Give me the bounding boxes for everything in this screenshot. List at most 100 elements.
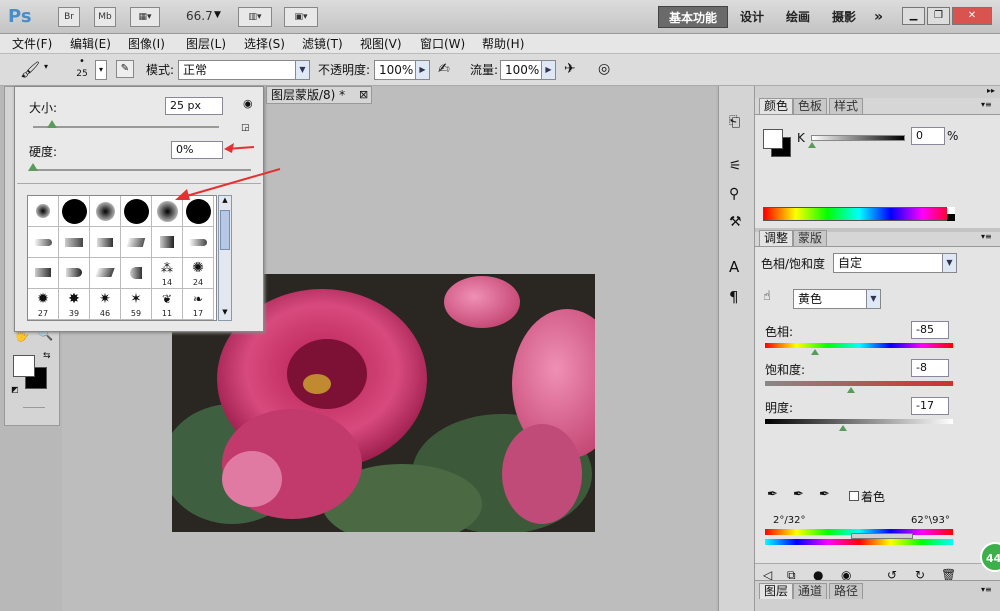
view-extras-button[interactable]: ▦▾ (130, 7, 160, 27)
panel-menu-icon[interactable]: ▾≡ (981, 100, 992, 109)
screen-mode-button[interactable]: ▣▾ (284, 7, 318, 27)
brush-tip-scatter-24[interactable]: ✺ 24 (183, 258, 214, 289)
brush-panel-toggle-icon[interactable]: ✎ (116, 60, 134, 78)
history-icon[interactable]: ⎗ (729, 114, 740, 130)
saturation-slider-track[interactable] (765, 381, 953, 386)
brush-preset-picker[interactable]: • 25 (72, 56, 92, 84)
tab-layers[interactable]: 图层 (759, 583, 794, 599)
brush-tip-bristle-5[interactable] (152, 227, 183, 258)
hue-slider-track[interactable] (765, 343, 953, 348)
layers-panel-menu-icon[interactable]: ▾≡ (981, 585, 992, 594)
scroll-down-icon[interactable]: ▼ (219, 308, 231, 320)
brush-tip-scatter-14[interactable]: ⁂ 14 (152, 258, 183, 289)
tab-masks[interactable]: 蒙版 (793, 230, 828, 246)
eyedropper-minus-icon[interactable]: ✒ (819, 487, 830, 502)
workspace-design[interactable]: 设计 (730, 6, 774, 28)
mode-select[interactable]: 正常 ▼ (178, 60, 310, 80)
clone-source-icon[interactable]: ⚲ (729, 186, 739, 202)
opacity-input[interactable]: 100% ▶ (374, 60, 430, 80)
brush-tip-leaf-17[interactable]: ❧ 17 (183, 289, 214, 320)
zoom-level[interactable]: 66.7 (186, 9, 213, 23)
colorize-checkbox[interactable] (849, 491, 859, 501)
brush-picker-arrow[interactable]: ▾ (95, 60, 107, 80)
targeted-adjust-icon[interactable]: ☝ (763, 289, 771, 304)
brush-tip-bristle-10[interactable] (121, 258, 152, 289)
tab-color[interactable]: 颜色 (759, 98, 794, 114)
restore-icon[interactable]: ❐ (927, 7, 950, 25)
saturation-input[interactable]: -8 (911, 359, 949, 377)
paragraph-icon[interactable]: ¶ (729, 288, 739, 306)
foreground-color-top[interactable] (13, 355, 35, 377)
flow-arrow-icon[interactable]: ▶ (541, 61, 555, 79)
flow-input[interactable]: 100% ▶ (500, 60, 556, 80)
zoom-dropdown-icon[interactable]: ▼ (214, 10, 221, 20)
menu-view[interactable]: 视图(V) (360, 36, 402, 52)
character-icon[interactable]: A (729, 258, 739, 276)
more-workspaces-button[interactable]: » (864, 6, 893, 28)
menu-window[interactable]: 窗口(W) (420, 36, 465, 52)
tab-swatches[interactable]: 色板 (793, 98, 828, 114)
k-value-input[interactable]: 0 (911, 127, 945, 145)
workspace-photography[interactable]: 摄影 (822, 6, 866, 28)
menu-filter[interactable]: 滤镜(T) (302, 36, 343, 52)
brush-tip-hard[interactable] (59, 196, 90, 227)
brush-tip-scatter-27[interactable]: ✹ 27 (28, 289, 59, 320)
tool-presets-icon[interactable]: ⚒ (729, 214, 742, 230)
lightness-slider-thumb[interactable] (839, 425, 848, 431)
brush-tool-icon[interactable]: 🖌 (20, 60, 40, 79)
menu-layer[interactable]: 图层(L) (186, 36, 226, 52)
foreground-color-chip[interactable] (763, 129, 783, 149)
mini-bridge-button[interactable]: Mb (94, 7, 116, 27)
brush-tip-bristle-8[interactable] (59, 258, 90, 289)
ramp-white-chip[interactable] (947, 207, 955, 214)
opacity-arrow-icon[interactable]: ▶ (415, 61, 429, 79)
lightness-input[interactable]: -17 (911, 397, 949, 415)
hue-input[interactable]: -85 (911, 321, 949, 339)
brush-tip-bristle-9[interactable] (90, 258, 121, 289)
panel-collapse-bar[interactable]: ▸▸ (755, 86, 1000, 98)
tablet-size-icon[interactable]: ◎ (598, 61, 610, 77)
tablet-opacity-icon[interactable]: ✍ (438, 61, 450, 77)
brush-tip-scatter-46[interactable]: ✷ 46 (90, 289, 121, 320)
brush-tip-soft-medium[interactable] (90, 196, 121, 227)
brush-tip-bristle-4[interactable] (121, 227, 152, 258)
brush-tip-scatter-59[interactable]: ✶ 59 (121, 289, 152, 320)
brush-tip-leaf-11[interactable]: ❦ 11 (152, 289, 183, 320)
channel-select[interactable]: 黄色 ▼ (793, 289, 881, 309)
menu-image[interactable]: 图像(I) (128, 36, 165, 52)
k-slider-thumb[interactable] (808, 142, 816, 148)
preset-select[interactable]: 自定 ▼ (833, 253, 957, 273)
bridge-button[interactable]: Br (58, 7, 80, 27)
brush-tip-scatter-39[interactable]: ✸ 39 (59, 289, 90, 320)
tab-paths[interactable]: 路径 (829, 583, 864, 599)
popup-menu-icon[interactable]: ◉ (243, 97, 253, 110)
brush-tip-bristle-2[interactable] (59, 227, 90, 258)
workspace-essentials[interactable]: 基本功能 (658, 6, 729, 28)
menu-file[interactable]: 文件(F) (12, 36, 52, 52)
workspace-painting[interactable]: 绘画 (776, 6, 820, 28)
brush-size-input[interactable]: 25 px (165, 97, 223, 115)
airbrush-icon[interactable]: ✈ (564, 61, 576, 77)
menu-edit[interactable]: 编辑(E) (70, 36, 111, 52)
scroll-thumb[interactable] (220, 210, 230, 250)
eyedropper-icon[interactable]: ✒ (767, 487, 778, 502)
brush-tip-soft-small[interactable] (28, 196, 59, 227)
brush-tip-bristle-7[interactable] (28, 258, 59, 289)
minimize-icon[interactable]: ▁ (902, 7, 925, 25)
brush-presets-icon[interactable]: ⚟ (729, 158, 742, 174)
adjust-panel-menu-icon[interactable]: ▾≡ (981, 232, 992, 241)
tab-channels[interactable]: 通道 (793, 583, 828, 599)
arrange-documents-button[interactable]: ▥▾ (238, 7, 272, 27)
hardness-slider-thumb[interactable] (28, 163, 38, 171)
brush-tip-grid[interactable]: ⁂ 14 ✺ 24 ✹ 27 ✸ 39 ✷ 46 ✶ 59 ❦ 11 ❧ 17 (27, 195, 217, 321)
tab-styles[interactable]: 样式 (829, 98, 864, 114)
document-tab[interactable]: 图层蒙版/8) * ⊠ (266, 86, 372, 104)
brush-tip-bristle-6[interactable] (183, 227, 214, 258)
hue-slider-thumb[interactable] (810, 349, 819, 355)
eyedropper-plus-icon[interactable]: ✒ (793, 487, 804, 502)
new-preset-icon[interactable]: ◲ (241, 123, 250, 133)
tool-preset-dropdown-icon[interactable]: ▾ (44, 62, 48, 71)
menu-select[interactable]: 选择(S) (244, 36, 285, 52)
size-slider-thumb[interactable] (46, 120, 57, 128)
ramp-black-chip[interactable] (947, 214, 955, 221)
